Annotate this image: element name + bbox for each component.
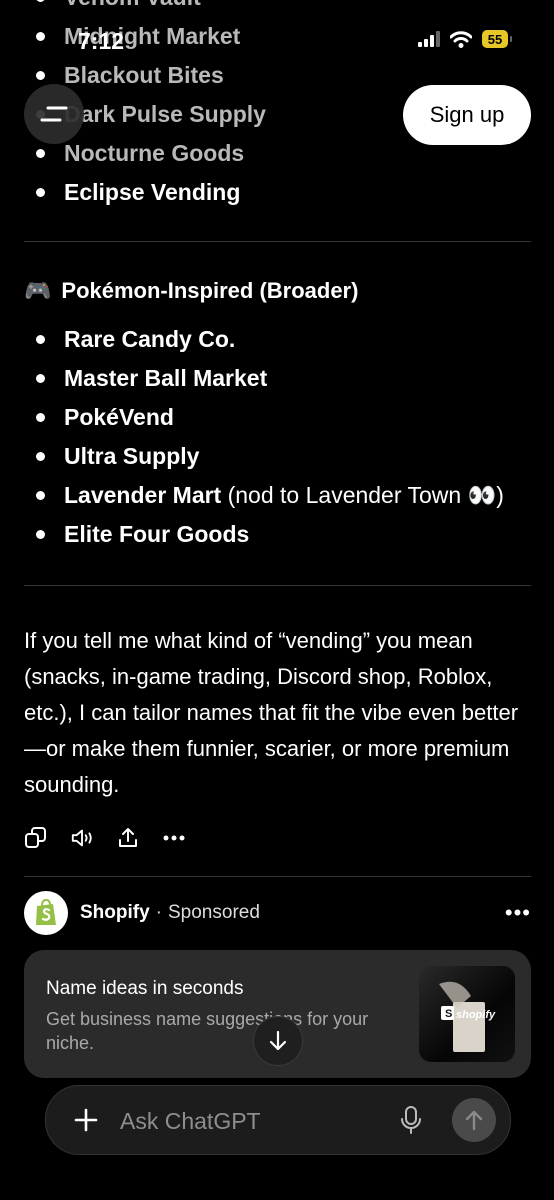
menu-icon (40, 106, 68, 122)
list-item: Master Ball Market (0, 359, 554, 398)
list-item: PokéVend (0, 398, 554, 437)
list-item: Elite Four Goods (0, 515, 554, 554)
svg-text:S: S (445, 1008, 452, 1020)
shopify-wordmark: shopify (456, 1009, 496, 1021)
list-item: Eclipse Vending (0, 173, 554, 212)
microphone-icon (401, 1106, 421, 1134)
arrow-up-icon (465, 1110, 483, 1131)
ad-more-button[interactable]: ••• (505, 900, 531, 926)
section-heading: 🎮 Pokémon-Inspired (Broader) (24, 278, 358, 304)
list-item-note: (nod to Lavender Town 👀) (221, 482, 504, 508)
status-time: 7:12 (78, 28, 125, 54)
advertiser-name[interactable]: Shopify (80, 902, 150, 924)
game-controller-icon: 🎮 (24, 278, 52, 303)
status-icons: 55 (418, 30, 512, 48)
composer (45, 1085, 511, 1155)
list-item: Rare Candy Co. (0, 320, 554, 359)
microphone-button[interactable] (396, 1103, 426, 1137)
arrow-down-icon (269, 1030, 287, 1051)
share-button[interactable] (116, 824, 140, 852)
message-actions (24, 824, 186, 852)
ad-image: S shopify (419, 966, 515, 1062)
divider (24, 585, 531, 586)
scroll-down-button[interactable] (253, 1016, 303, 1066)
signup-button[interactable]: Sign up (403, 85, 531, 145)
more-icon (163, 835, 185, 841)
shopify-logo-icon[interactable] (24, 891, 68, 935)
speaker-icon (71, 829, 92, 847)
section-title: Pokémon-Inspired (Broader) (61, 278, 359, 303)
divider (24, 876, 531, 877)
sponsored-label: Sponsored (168, 902, 260, 923)
wifi-icon (450, 30, 472, 48)
send-button[interactable] (452, 1098, 496, 1142)
list-item: Lavender Mart (nod to Lavender Town 👀) (0, 476, 554, 515)
share-icon (119, 828, 137, 847)
ad-description: Get business name suggestions for your n… (46, 1009, 369, 1053)
copy-button[interactable] (24, 824, 48, 852)
add-attachment-button[interactable] (70, 1104, 102, 1136)
separator-dot: · (155, 902, 162, 923)
divider (24, 241, 531, 242)
ad-header: Shopify · Sponsored ••• (24, 890, 531, 936)
response-paragraph: If you tell me what kind of “vending” yo… (24, 628, 519, 797)
menu-button[interactable] (24, 84, 84, 144)
name-list: Rare Candy Co. Master Ball Market PokéVe… (0, 320, 554, 554)
signal-icon (418, 31, 440, 47)
list-item: Ultra Supply (0, 437, 554, 476)
ad-title: Name ideas in seconds (46, 978, 244, 999)
battery-icon: 55 (482, 30, 512, 48)
copy-icon (25, 827, 46, 848)
list-item: Venom Vault (0, 0, 554, 17)
message-input[interactable] (118, 1100, 382, 1142)
read-aloud-button[interactable] (70, 824, 94, 852)
plus-icon (74, 1108, 98, 1132)
more-options-button[interactable] (162, 824, 186, 852)
